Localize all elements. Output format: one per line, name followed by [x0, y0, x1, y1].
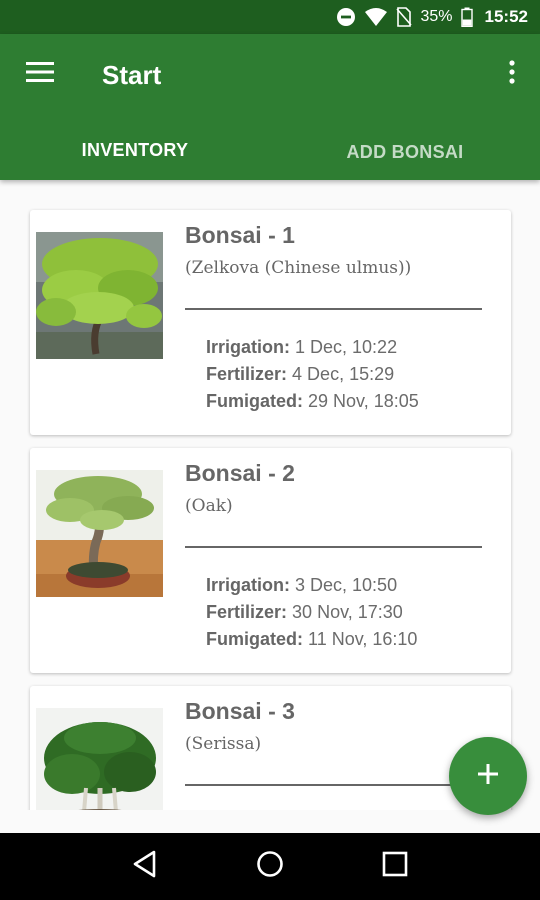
home-icon: [256, 850, 284, 883]
fumigated-value: 11 Nov, 16:10: [308, 629, 418, 649]
irrigation-value: 1 Dec, 10:22: [295, 337, 398, 357]
nav-home-button[interactable]: [250, 847, 290, 887]
page-title: Start: [102, 60, 162, 90]
bonsai-species: (Zelkova (Chinese ulmus)): [185, 258, 412, 278]
system-nav-bar: [0, 833, 540, 900]
bonsai-name: Bonsai - 1: [185, 222, 295, 248]
bonsai-photo: [36, 232, 163, 359]
care-info: Irrigation: 3 Dec, 10:50 Fertilizer: 30 …: [206, 572, 417, 653]
do-not-disturb-icon: [336, 7, 356, 27]
status-time: 15:52: [484, 7, 528, 26]
fumigated-row: Fumigated: 11 Nov, 16:10: [206, 626, 417, 653]
back-icon: [132, 850, 158, 883]
irrigation-row: Irrigation: 3 Dec, 10:50: [206, 572, 417, 599]
fertilizer-row: Fertilizer: 30 Nov, 17:30: [206, 599, 417, 626]
bonsai-card[interactable]: Bonsai - 1 (Zelkova (Chinese ulmus)) Irr…: [30, 210, 511, 435]
bonsai-name: Bonsai - 3: [185, 698, 295, 724]
bonsai-name: Bonsai - 2: [185, 460, 295, 486]
divider: [185, 308, 482, 310]
menu-button[interactable]: [20, 58, 60, 90]
add-icon: [476, 762, 500, 791]
no-sim-icon: [396, 7, 413, 27]
status-icons: 35% 15:52: [336, 0, 528, 34]
care-info: Irrigation: 1 Dec, 10:22 Fertilizer: 4 D…: [206, 334, 419, 415]
fumigated-label: Fumigated:: [206, 629, 303, 649]
bonsai-card[interactable]: Bonsai - 3 (Serissa): [30, 686, 511, 810]
irrigation-label: Irrigation:: [206, 575, 290, 595]
add-bonsai-fab[interactable]: [449, 737, 527, 815]
app-bar: Start INVENTORY ADD BONSAI: [0, 34, 540, 180]
battery-percent: 35%: [420, 8, 453, 25]
bonsai-photo: [36, 708, 163, 810]
tab-inventory[interactable]: INVENTORY: [0, 124, 270, 180]
tab-add-bonsai[interactable]: ADD BONSAI: [270, 124, 540, 180]
nav-back-button[interactable]: [125, 847, 165, 887]
fertilizer-value: 4 Dec, 15:29: [292, 364, 395, 384]
more-vert-icon: [509, 59, 515, 89]
battery-icon: [460, 7, 473, 27]
fertilizer-value: 30 Nov, 17:30: [292, 602, 403, 622]
nav-recents-button[interactable]: [375, 847, 415, 887]
overflow-menu-button[interactable]: [502, 58, 522, 90]
bonsai-photo: [36, 470, 163, 597]
status-bar: 35% 15:52: [0, 0, 540, 34]
divider: [185, 784, 482, 786]
divider: [185, 546, 482, 548]
fertilizer-label: Fertilizer:: [206, 602, 288, 622]
tab-bar: INVENTORY ADD BONSAI: [0, 124, 540, 180]
irrigation-label: Irrigation:: [206, 337, 290, 357]
fumigated-label: Fumigated:: [206, 391, 303, 411]
fertilizer-label: Fertilizer:: [206, 364, 288, 384]
menu-icon: [26, 61, 54, 88]
fertilizer-row: Fertilizer: 4 Dec, 15:29: [206, 361, 419, 388]
bonsai-species: (Serissa): [185, 734, 262, 754]
recents-icon: [382, 851, 408, 882]
wifi-icon: [364, 7, 388, 27]
irrigation-value: 3 Dec, 10:50: [295, 575, 398, 595]
fumigated-row: Fumigated: 29 Nov, 18:05: [206, 388, 419, 415]
bonsai-list: Bonsai - 1 (Zelkova (Chinese ulmus)) Irr…: [0, 180, 540, 810]
irrigation-row: Irrigation: 1 Dec, 10:22: [206, 334, 419, 361]
fumigated-value: 29 Nov, 18:05: [308, 391, 419, 411]
bonsai-card[interactable]: Bonsai - 2 (Oak) Irrigation: 3 Dec, 10:5…: [30, 448, 511, 673]
bonsai-species: (Oak): [185, 496, 233, 516]
